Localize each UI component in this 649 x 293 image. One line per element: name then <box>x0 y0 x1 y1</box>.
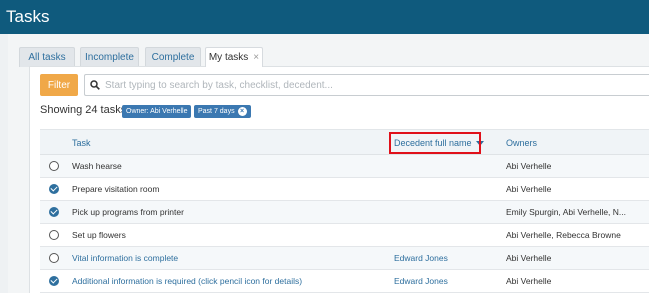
task-name: Wash hearse <box>72 161 122 171</box>
chip-label: Past 7 days <box>198 108 235 115</box>
table-row[interactable]: Vital information is complete Edward Jone… <box>40 247 649 270</box>
search-bar[interactable] <box>84 74 649 96</box>
decedent-name[interactable]: Edward Jones <box>394 253 448 263</box>
app-header: Tasks <box>0 0 649 34</box>
filter-chip-owner[interactable]: Owner: Abi Verhelle <box>122 105 192 118</box>
task-name[interactable]: Additional information is required (clic… <box>72 276 302 286</box>
close-icon[interactable]: × <box>253 52 259 63</box>
owners: Abi Verhelle <box>506 276 552 286</box>
table-row[interactable]: Wash hearse Abi Verhelle <box>40 155 649 178</box>
task-name: Pick up programs from printer <box>72 207 184 217</box>
task-count: Showing 24 tasks <box>40 104 127 116</box>
task-name: Set up flowers <box>72 230 126 240</box>
owners: Abi Verhelle <box>506 253 552 263</box>
tab-label: All tasks <box>28 52 66 63</box>
table-row[interactable]: Additional information is required (clic… <box>40 270 649 293</box>
owners: Abi Verhelle <box>506 184 552 194</box>
chip-label: Owner: Abi Verhelle <box>126 108 188 115</box>
highlight-box <box>389 132 481 154</box>
tab-my-tasks[interactable]: My tasks × <box>205 47 263 67</box>
checked-circle-icon[interactable] <box>49 207 59 217</box>
owners: Abi Verhelle <box>506 161 552 171</box>
decedent-name[interactable]: Edward Jones <box>394 276 448 286</box>
unchecked-circle-icon[interactable] <box>49 161 59 171</box>
table-row[interactable]: Set up flowers Abi Verhelle, Rebecca Brow… <box>40 224 649 247</box>
filter-chip-date[interactable]: Past 7 days × <box>194 105 251 118</box>
tab-label: Complete <box>151 52 195 63</box>
unchecked-circle-icon[interactable] <box>49 230 59 240</box>
table-row[interactable]: Prepare visitation room Abi Verhelle <box>40 178 649 201</box>
checked-circle-icon[interactable] <box>49 276 59 286</box>
table-header: Task Decedent full name Owners <box>40 129 649 155</box>
remove-chip-icon[interactable]: × <box>237 107 247 116</box>
search-input[interactable] <box>105 79 625 91</box>
task-name: Prepare visitation room <box>72 184 160 194</box>
unchecked-circle-icon[interactable] <box>49 253 59 263</box>
column-header-owners[interactable]: Owners <box>506 138 537 148</box>
filter-button[interactable]: Filter <box>40 74 78 96</box>
tab-label: Incomplete <box>85 52 134 63</box>
owners: Abi Verhelle, Rebecca Browne <box>506 230 621 240</box>
table-row[interactable]: Pick up programs from printer Emily Spurg… <box>40 201 649 224</box>
tab-complete[interactable]: Complete <box>145 47 201 67</box>
page-title: Tasks <box>6 7 50 26</box>
owners: Emily Spurgin, Abi Verhelle, N... <box>506 207 627 217</box>
tab-all-tasks[interactable]: All tasks <box>19 47 75 67</box>
tab-label: My tasks <box>208 52 249 63</box>
task-name[interactable]: Vital information is complete <box>72 253 178 263</box>
checked-circle-icon[interactable] <box>49 184 59 194</box>
search-icon <box>85 80 105 90</box>
column-header-task[interactable]: Task <box>72 138 91 148</box>
tab-incomplete[interactable]: Incomplete <box>80 47 139 67</box>
